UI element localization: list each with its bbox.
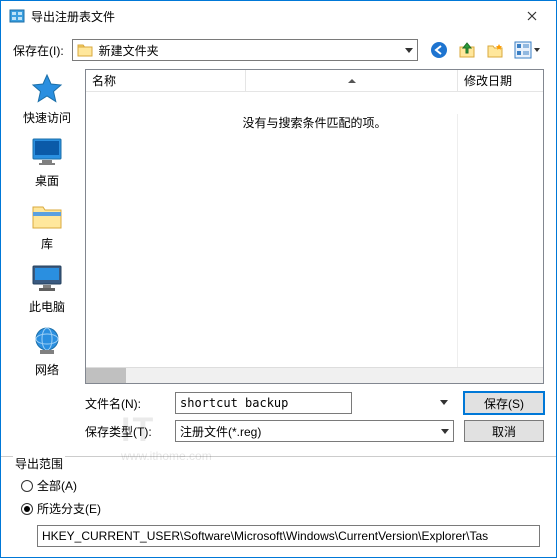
form-rows: 文件名(N): 保存(S) 保存类型(T): 注册文件(*.reg) bbox=[85, 392, 544, 442]
up-one-level-icon[interactable] bbox=[458, 41, 476, 59]
save-button[interactable]: 保存(S) bbox=[464, 392, 544, 414]
file-listview[interactable]: 名称 修改日期 没有与搜索条件匹配的项。 bbox=[85, 69, 544, 384]
branch-path-input[interactable] bbox=[37, 525, 540, 547]
filename-label: 文件名(N): bbox=[85, 395, 165, 412]
toolbar-icons bbox=[426, 41, 544, 59]
places-bar: 快速访问 桌面 库 此电脑 网络 bbox=[13, 69, 81, 442]
place-label: 库 bbox=[41, 235, 53, 252]
save-in-label: 保存在(I): bbox=[13, 42, 64, 59]
network-icon bbox=[30, 325, 64, 357]
column-date[interactable]: 修改日期 bbox=[458, 70, 543, 91]
location-row: 保存在(I): 新建文件夹 bbox=[13, 39, 544, 61]
listview-header: 名称 修改日期 bbox=[86, 70, 543, 92]
dialog-body: 保存在(I): 新建文件夹 快速访问 bbox=[1, 31, 556, 452]
empty-message: 没有与搜索条件匹配的项。 bbox=[242, 114, 386, 131]
place-quickaccess[interactable]: 快速访问 bbox=[13, 73, 81, 126]
filetype-label: 保存类型(T): bbox=[85, 423, 165, 440]
location-combo[interactable]: 新建文件夹 bbox=[72, 39, 418, 61]
radio-all-label: 全部(A) bbox=[37, 477, 77, 494]
close-button[interactable] bbox=[510, 2, 554, 30]
libraries-icon bbox=[30, 199, 64, 231]
back-icon[interactable] bbox=[430, 41, 448, 59]
radio-all[interactable]: 全部(A) bbox=[21, 477, 544, 494]
column-divider bbox=[457, 114, 458, 367]
location-text: 新建文件夹 bbox=[99, 42, 159, 59]
column-sorted[interactable] bbox=[246, 70, 458, 91]
filename-row: 文件名(N): 保存(S) bbox=[85, 392, 544, 414]
scrollbar-thumb[interactable] bbox=[86, 368, 126, 383]
chevron-down-icon bbox=[405, 48, 413, 53]
column-name[interactable]: 名称 bbox=[86, 70, 246, 91]
place-label: 快速访问 bbox=[23, 109, 71, 126]
place-label: 桌面 bbox=[35, 172, 59, 189]
place-label: 此电脑 bbox=[29, 298, 65, 315]
quickaccess-icon bbox=[30, 73, 64, 105]
folder-icon bbox=[77, 43, 93, 57]
filetype-select[interactable]: 注册文件(*.reg) bbox=[175, 420, 454, 442]
dialog-window: 导出注册表文件 保存在(I): 新建文件夹 bbox=[0, 0, 557, 558]
chevron-down-icon bbox=[534, 48, 540, 52]
place-desktop[interactable]: 桌面 bbox=[13, 136, 81, 189]
right-column: 名称 修改日期 没有与搜索条件匹配的项。 文件名(N): bbox=[85, 69, 544, 442]
close-icon bbox=[527, 11, 537, 21]
main-row: 快速访问 桌面 库 此电脑 网络 bbox=[13, 69, 544, 442]
new-folder-icon[interactable] bbox=[486, 41, 504, 59]
radio-branch[interactable]: 所选分支(E) bbox=[21, 500, 544, 517]
radio-icon bbox=[21, 480, 33, 492]
desktop-icon bbox=[30, 136, 64, 168]
place-thispc[interactable]: 此电脑 bbox=[13, 262, 81, 315]
export-range-title: 导出范围 bbox=[13, 455, 65, 472]
place-label: 网络 bbox=[35, 361, 59, 378]
radio-branch-label: 所选分支(E) bbox=[37, 500, 101, 517]
place-libraries[interactable]: 库 bbox=[13, 199, 81, 252]
filetype-row: 保存类型(T): 注册文件(*.reg) 取消 bbox=[85, 420, 544, 442]
chevron-down-icon bbox=[440, 400, 448, 405]
listview-body: 没有与搜索条件匹配的项。 bbox=[86, 92, 543, 383]
window-title: 导出注册表文件 bbox=[31, 8, 510, 25]
titlebar: 导出注册表文件 bbox=[1, 1, 556, 31]
export-range-group: 导出范围 全部(A) 所选分支(E) bbox=[1, 456, 556, 557]
radio-checked-icon bbox=[21, 503, 33, 515]
thispc-icon bbox=[30, 262, 64, 294]
filename-input[interactable] bbox=[175, 392, 352, 414]
chevron-down-icon bbox=[441, 429, 449, 434]
view-menu-button[interactable] bbox=[514, 41, 540, 59]
cancel-button[interactable]: 取消 bbox=[464, 420, 544, 442]
place-network[interactable]: 网络 bbox=[13, 325, 81, 378]
view-icon bbox=[514, 41, 532, 59]
registry-icon bbox=[9, 8, 25, 24]
sort-asc-icon bbox=[348, 79, 356, 83]
horizontal-scrollbar[interactable] bbox=[86, 367, 543, 383]
